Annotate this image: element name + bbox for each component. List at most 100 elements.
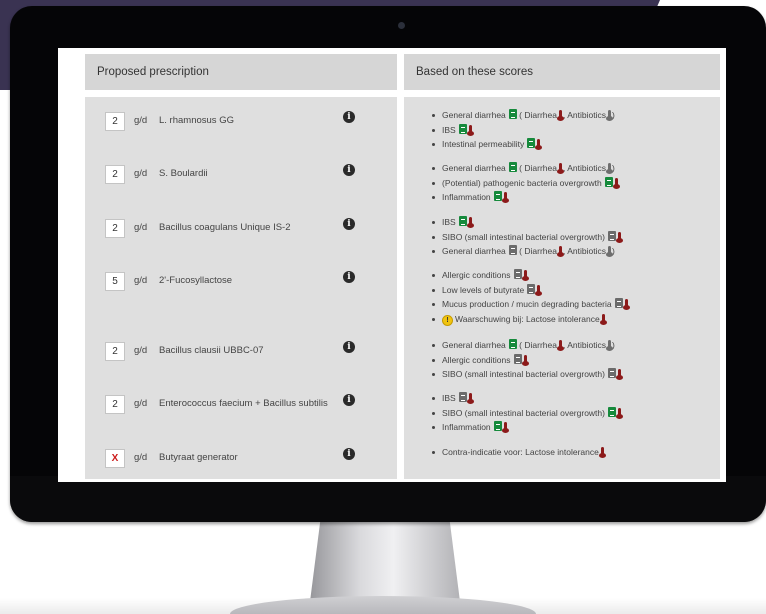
- score-paren-open: ( Diarrhea: [519, 246, 557, 256]
- prescription-column: Proposed prescription 2 g/d L. rhamnosus…: [85, 54, 397, 479]
- document-icon[interactable]: [493, 191, 502, 201]
- document-icon[interactable]: [508, 162, 517, 172]
- document-icon[interactable]: [607, 230, 616, 241]
- score-label: Contra-indicatie voor: Lactose intoleran…: [442, 447, 599, 457]
- document-icon[interactable]: [458, 216, 467, 226]
- thermometer-icon: [605, 163, 613, 174]
- scores-list: General diarrhea ( Diarrhea , Antibiotics…: [404, 97, 720, 479]
- score-label: IBS: [442, 217, 456, 227]
- prescription-name: Bacillus coagulans Unique IS-2: [159, 222, 291, 233]
- score-label: Low levels of butyrate: [442, 284, 525, 295]
- prescription-name: 2'-Fucosyllactose: [159, 275, 233, 286]
- score-label: SIBO (small intestinal bacterial overgro…: [442, 369, 605, 379]
- score-item: Intestinal permeability: [430, 137, 720, 152]
- score-item: Allergic conditions: [430, 353, 720, 368]
- thermometer-icon: [622, 299, 630, 310]
- score-item: Inflammation: [430, 420, 720, 435]
- prescription-row: 2 g/d Enterococcus faecium + Bacillus su…: [85, 394, 397, 415]
- score-group: IBS SIBO (small intestinal bacterial ove…: [430, 215, 720, 259]
- thermometer-icon: [615, 407, 623, 419]
- document-icon[interactable]: [513, 269, 522, 279]
- thermometer-icon: [605, 340, 613, 351]
- thermometer-icon: [612, 177, 620, 189]
- prescription-list: 2 g/d L. rhamnosus GG i 2 g/d S. Boulard…: [85, 97, 397, 479]
- info-icon[interactable]: i: [343, 271, 355, 283]
- monitor-stand-neck: [310, 520, 460, 600]
- score-group: Contra-indicatie voor: Lactose intoleran…: [430, 445, 720, 460]
- score-label: General diarrhea: [442, 110, 506, 120]
- score-item: Allergic conditions: [430, 268, 720, 283]
- score-item: General diarrhea ( Diarrhea , Antibiotics…: [430, 161, 720, 176]
- thermometer-icon: [615, 231, 623, 243]
- prescription-name: Bacillus clausii UBBC-07: [159, 345, 264, 356]
- thermometer-icon: [556, 340, 564, 351]
- document-icon[interactable]: [604, 176, 613, 187]
- thermometer-icon: [466, 124, 474, 136]
- score-label: Intestinal permeability: [442, 139, 525, 149]
- prescription-row: 2 g/d Bacillus coagulans Unique IS-2 i: [85, 218, 397, 239]
- document-icon[interactable]: [493, 421, 502, 431]
- document-icon[interactable]: [513, 353, 522, 364]
- score-item: IBS: [430, 215, 720, 230]
- document-icon[interactable]: [508, 339, 517, 349]
- prescription-row: 5 g/d 2'-Fucosyllactose i: [85, 271, 397, 292]
- dose-unit: g/d: [134, 275, 148, 286]
- scores-header: Based on these scores: [404, 54, 720, 90]
- score-paren-open: ( Diarrhea: [519, 163, 557, 173]
- score-separator: , Antibiotics: [562, 340, 606, 350]
- score-item: SIBO (small intestinal bacterial overgro…: [430, 230, 720, 245]
- document-icon[interactable]: [614, 298, 623, 308]
- dose-input[interactable]: 5: [105, 272, 125, 291]
- document-icon[interactable]: [458, 392, 467, 402]
- dose-input[interactable]: 2: [105, 165, 125, 184]
- prescription-row: 2 g/d S. Boulardii i: [85, 164, 397, 185]
- prescription-name: Butyraat generator: [159, 452, 238, 463]
- score-group: IBS SIBO (small intestinal bacterial ove…: [430, 391, 720, 435]
- score-separator: , Antibiotics: [562, 163, 606, 173]
- score-item: Low levels of butyrate: [430, 283, 720, 298]
- thermometer-icon: [521, 270, 529, 281]
- score-label: General diarrhea: [442, 340, 506, 350]
- score-separator: , Antibiotics: [562, 246, 606, 256]
- dose-input[interactable]: X: [105, 449, 125, 468]
- document-icon[interactable]: [527, 283, 536, 294]
- dose-input[interactable]: 2: [105, 112, 125, 131]
- dose-input[interactable]: 2: [105, 219, 125, 238]
- score-label: Inflammation: [442, 192, 491, 202]
- document-icon[interactable]: [508, 245, 517, 255]
- info-icon[interactable]: i: [343, 111, 355, 123]
- score-group: General diarrhea ( Diarrhea , Antibiotics…: [430, 161, 720, 205]
- document-icon[interactable]: [607, 368, 616, 378]
- thermometer-icon: [535, 284, 543, 296]
- info-icon[interactable]: i: [343, 341, 355, 353]
- score-label: IBS: [442, 124, 456, 135]
- score-item: Inflammation: [430, 190, 720, 205]
- info-icon[interactable]: i: [343, 218, 355, 230]
- score-label: Allergic conditions: [442, 270, 511, 280]
- thermometer-icon: [605, 246, 613, 257]
- info-icon[interactable]: i: [343, 164, 355, 176]
- dose-unit: g/d: [134, 398, 148, 409]
- dose-unit: g/d: [134, 115, 148, 126]
- info-icon[interactable]: i: [343, 394, 355, 406]
- score-item: Contra-indicatie voor: Lactose intoleran…: [430, 445, 720, 460]
- score-label: General diarrhea: [442, 163, 506, 173]
- prescription-name: S. Boulardii: [159, 168, 208, 179]
- score-item: Mucus production / mucin degrading bacte…: [430, 297, 720, 312]
- info-icon[interactable]: i: [343, 448, 355, 460]
- score-item: IBS: [430, 391, 720, 406]
- thermometer-icon: [556, 246, 564, 257]
- score-item: ! Waarschuwing bij: Lactose intolerance: [430, 312, 720, 327]
- document-icon[interactable]: [607, 406, 616, 417]
- score-label: SIBO (small intestinal bacterial overgro…: [442, 231, 605, 242]
- score-separator: , Antibiotics: [562, 110, 606, 120]
- dose-input[interactable]: 2: [105, 342, 125, 361]
- document-icon[interactable]: [458, 123, 467, 134]
- thermometer-icon: [556, 110, 564, 121]
- document-icon[interactable]: [508, 109, 517, 119]
- document-icon[interactable]: [527, 138, 536, 148]
- thermometer-icon: [556, 163, 564, 174]
- dose-unit: g/d: [134, 452, 148, 463]
- thermometer-icon: [466, 393, 474, 404]
- dose-input[interactable]: 2: [105, 395, 125, 414]
